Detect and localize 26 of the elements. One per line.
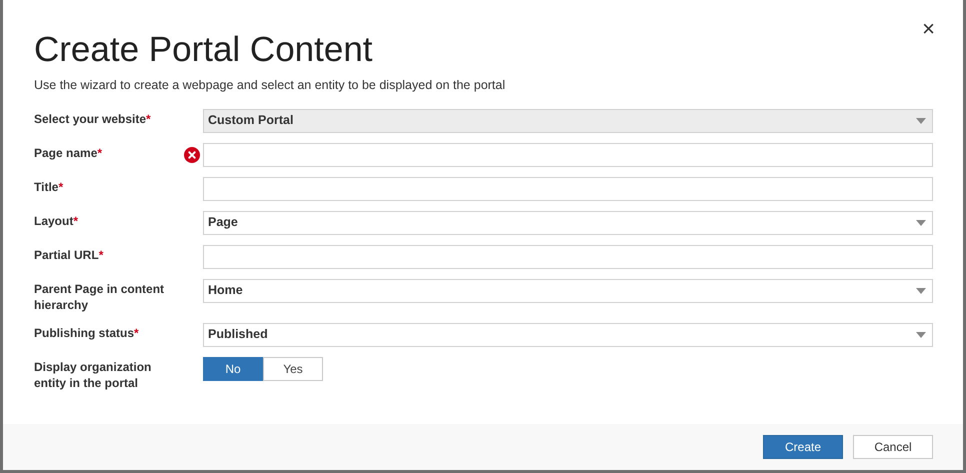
text-field[interactable] xyxy=(203,176,933,201)
dialog-subtitle: Use the wizard to create a webpage and select an entity to be displayed on the portal xyxy=(34,77,506,94)
field-label: Publishing status* xyxy=(34,324,140,341)
field-label: Parent Page in content hierarchy xyxy=(34,280,166,313)
field-label: Page name* xyxy=(34,144,104,161)
create-button[interactable]: Create xyxy=(763,435,843,459)
toggle-option[interactable]: No xyxy=(203,356,263,381)
dropdown[interactable]: Home xyxy=(203,278,933,303)
field-label: Layout* xyxy=(34,212,80,229)
dialog-title: Create Portal Content xyxy=(34,29,373,71)
dropdown-caret-icon xyxy=(916,220,926,226)
dropdown[interactable]: Page xyxy=(203,210,933,235)
error-icon xyxy=(184,146,200,163)
text-field[interactable] xyxy=(203,244,933,269)
dropdown-caret-icon xyxy=(916,288,926,294)
close-button[interactable]: × xyxy=(922,18,935,40)
dropdown-caret-icon xyxy=(916,118,926,124)
dropdown[interactable]: Published xyxy=(203,322,933,347)
text-field[interactable] xyxy=(203,142,933,167)
field-label: Title* xyxy=(34,178,64,195)
field-label: Display organization entity in the portal xyxy=(34,358,152,391)
toggle-option[interactable]: Yes xyxy=(263,356,323,381)
dropdown-caret-icon xyxy=(916,332,926,338)
field-label: Partial URL* xyxy=(34,246,104,263)
cancel-button[interactable]: Cancel xyxy=(853,435,933,459)
field-label: Select your website* xyxy=(34,110,152,127)
